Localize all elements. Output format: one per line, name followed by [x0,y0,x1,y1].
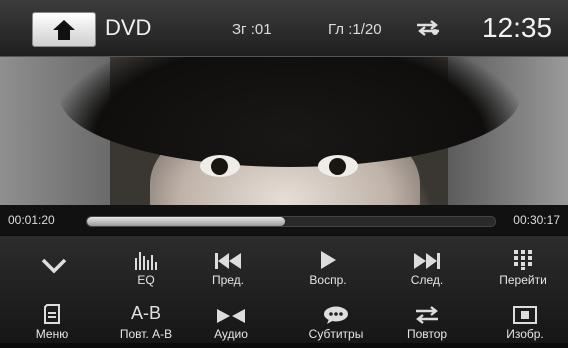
audio-icon [217,309,245,323]
keypad-icon [514,250,532,270]
subtitles-icon [324,306,348,324]
seek-bar[interactable] [86,216,496,227]
previous-button[interactable]: Пред. [181,242,275,294]
equalizer-icon [135,252,157,270]
chevron-down-icon [41,258,67,274]
total-time: 00:30:17 [513,213,560,227]
repeat-icon [416,306,438,324]
audio-button[interactable]: Аудио [184,296,278,348]
elapsed-time: 00:01:20 [8,213,55,227]
play-icon [321,251,336,269]
seek-bar-fill [87,217,285,226]
title-indicator: Гл :1/20 [328,21,382,38]
progress-row: 00:01:20 00:30:17 [0,205,568,235]
clock: 12:35 [482,12,553,43]
ab-repeat-icon: A-B [130,303,161,323]
play-button[interactable]: Воспр. [281,242,375,294]
next-icon [414,253,440,269]
picture-button[interactable]: Изобр. [478,296,568,348]
home-button[interactable] [32,12,96,47]
goto-button[interactable]: Перейти [476,242,568,294]
home-icon [53,19,75,40]
next-button[interactable]: След. [380,242,474,294]
subtitles-button[interactable]: Субтитры [289,296,383,348]
repeat-icon [417,20,439,36]
menu-icon [44,304,60,324]
previous-icon [215,253,241,269]
menu-button[interactable]: Меню [5,296,99,348]
repeat-button[interactable]: Повтор [380,296,474,348]
top-bar: DVD Зг :01 Гл :1/20 12:35 [0,0,568,57]
ab-repeat-button[interactable]: A-B Повт. А-В [99,296,193,348]
control-panel: EQ Пред. Воспр. След. Перейти Меню A-B П… [0,236,568,343]
eq-button[interactable]: EQ [99,242,193,294]
video-frame[interactable] [0,57,568,205]
collapse-button[interactable] [7,246,101,298]
picture-icon [513,306,537,324]
source-label: DVD [105,15,152,40]
dvd-player-screen: DVD Зг :01 Гл :1/20 12:35 00:01:20 00:30… [0,0,568,343]
chapter-indicator: Зг :01 [232,21,272,38]
